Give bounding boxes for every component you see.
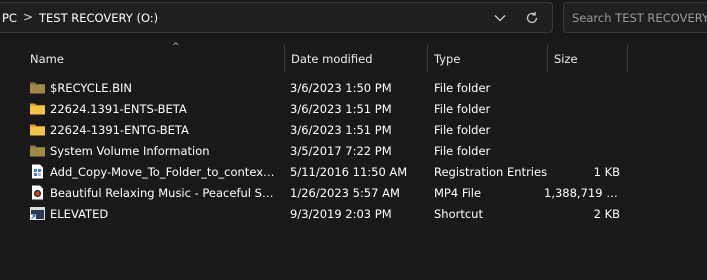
address-history-button[interactable] xyxy=(489,6,511,30)
file-row[interactable]: $RECYCLE.BIN 3/6/2023 1:50 PM File folde… xyxy=(24,77,624,98)
file-row[interactable]: 22624-1391-ENTG-BETA 3/6/2023 1:51 PM Fi… xyxy=(24,119,624,140)
file-date: 3/5/2017 7:22 PM xyxy=(290,144,392,158)
file-type: Shortcut xyxy=(434,207,483,221)
file-name: $RECYCLE.BIN xyxy=(50,81,133,95)
file-name: ELEVATED xyxy=(50,207,109,221)
column-header-name[interactable]: Name ^ xyxy=(24,42,285,72)
file-size: 1 KB xyxy=(593,165,620,179)
folder-dark-icon xyxy=(30,145,45,157)
breadcrumb-pc[interactable]: PC xyxy=(2,11,17,25)
file-date: 3/6/2023 1:51 PM xyxy=(290,123,392,137)
folder-icon xyxy=(30,124,45,136)
file-row[interactable]: System Volume Information 3/5/2017 7:22 … xyxy=(24,140,624,161)
column-header-size-label: Size xyxy=(554,52,578,66)
file-name: Add_Copy-Move_To_Folder_to_context_... xyxy=(50,165,276,179)
column-header-size[interactable]: Size xyxy=(548,44,628,72)
file-date: 5/11/2016 11:50 AM xyxy=(290,165,408,179)
file-date: 9/3/2019 2:03 PM xyxy=(290,207,392,221)
file-type: Registration Entries xyxy=(434,165,548,179)
address-bar[interactable]: PC > TEST RECOVERY (O:) xyxy=(0,2,553,33)
file-name: System Volume Information xyxy=(50,144,210,158)
sort-ascending-icon: ^ xyxy=(172,42,180,52)
refresh-icon xyxy=(526,11,538,24)
file-type: File folder xyxy=(434,102,491,116)
file-size: 2 KB xyxy=(593,207,620,221)
file-size: 1,388,719 KB xyxy=(544,186,620,200)
column-header-name-label: Name xyxy=(30,52,64,66)
column-header-type[interactable]: Type xyxy=(428,44,548,72)
search-input[interactable] xyxy=(572,3,707,32)
breadcrumb-separator[interactable]: > xyxy=(23,10,33,24)
folder-icon xyxy=(30,103,45,115)
file-type: File folder xyxy=(434,81,491,95)
file-date: 3/6/2023 1:51 PM xyxy=(290,102,392,116)
column-header-type-label: Type xyxy=(434,52,461,66)
file-explorer-window: PC > TEST RECOVERY (O:) Name ^ Date modi… xyxy=(0,0,707,280)
column-header-bar: Name ^ Date modified Type Size xyxy=(0,42,707,72)
chevron-down-icon xyxy=(494,15,506,22)
file-type: File folder xyxy=(434,123,491,137)
file-type: MP4 File xyxy=(434,186,482,200)
folder-dark-icon xyxy=(30,82,45,94)
column-header-date-label: Date modified xyxy=(291,52,373,66)
file-row[interactable]: ELEVATED 9/3/2019 2:03 PM Shortcut 2 KB xyxy=(24,203,624,224)
file-name: Beautiful Relaxing Music - Peaceful Soot… xyxy=(50,186,276,200)
registry-file-icon xyxy=(32,164,43,179)
file-row[interactable]: Beautiful Relaxing Music - Peaceful Soot… xyxy=(24,182,624,203)
file-name: 22624-1391-ENTG-BETA xyxy=(50,123,189,137)
video-file-icon xyxy=(32,185,43,200)
file-date: 3/6/2023 1:50 PM xyxy=(290,81,392,95)
file-date: 1/26/2023 5:57 AM xyxy=(290,186,400,200)
file-name: 22624.1391-ENTS-BETA xyxy=(50,102,187,116)
file-row[interactable]: Add_Copy-Move_To_Folder_to_context_... 5… xyxy=(24,161,624,182)
file-type: File folder xyxy=(434,144,491,158)
refresh-button[interactable] xyxy=(520,6,544,30)
file-row[interactable]: 22624.1391-ENTS-BETA 3/6/2023 1:51 PM Fi… xyxy=(24,98,624,119)
search-box[interactable] xyxy=(563,2,707,33)
breadcrumb-drive[interactable]: TEST RECOVERY (O:) xyxy=(39,11,158,25)
column-header-date[interactable]: Date modified xyxy=(285,44,428,72)
shortcut-icon xyxy=(30,207,45,220)
